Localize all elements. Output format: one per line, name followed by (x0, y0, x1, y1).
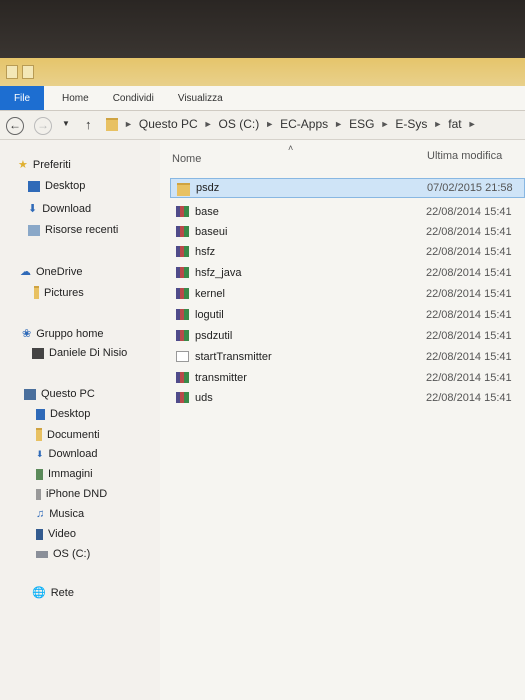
images-icon (36, 468, 43, 480)
breadcrumb-fat[interactable]: fat (448, 117, 461, 131)
chevron-right-icon[interactable]: ► (433, 119, 442, 129)
nav-pictures[interactable]: Pictures (34, 286, 84, 299)
chevron-right-icon[interactable]: ► (334, 119, 343, 129)
exe-icon (176, 246, 189, 257)
nav-network[interactable]: 🌐 Rete (32, 586, 74, 600)
nav-favorites[interactable]: ★ Preferiti (18, 158, 71, 172)
exe-icon (176, 372, 189, 383)
cloud-icon: ☁ (20, 266, 31, 278)
recent-locations-icon[interactable]: ▼ (62, 119, 70, 128)
nav-pc-images[interactable]: Immagini (36, 468, 93, 480)
tab-file[interactable]: File (0, 86, 44, 110)
documents-icon (36, 428, 42, 441)
nav-fav-recent[interactable]: Risorse recenti (28, 224, 118, 236)
chevron-right-icon[interactable]: ► (124, 119, 133, 129)
ribbon-tabs: File Home Condividi Visualizza (0, 86, 525, 111)
column-header-name[interactable]: Nome (172, 153, 201, 165)
exe-icon (176, 267, 189, 278)
up-button[interactable]: ↑ (85, 117, 92, 132)
tab-condividi[interactable]: Condividi (101, 93, 166, 104)
breadcrumb: ► Questo PC ► OS (C:) ► EC-Apps ► ESG ► … (106, 117, 477, 131)
new-folder-icon[interactable] (22, 65, 34, 79)
file-row[interactable]: psdzutil 22/08/2014 15:41 (170, 326, 525, 346)
chevron-right-icon[interactable]: ► (204, 119, 213, 129)
breadcrumb-esg[interactable]: ESG (349, 117, 374, 131)
nav-fav-download[interactable]: ⬇ Download (28, 202, 91, 216)
nav-pc-music[interactable]: ♫ Musica (36, 508, 84, 520)
file-row[interactable]: baseui 22/08/2014 15:41 (170, 222, 525, 242)
column-header-modified[interactable]: Ultima modifica (427, 150, 502, 162)
folder-icon (106, 117, 118, 131)
homegroup-icon: ❀ (22, 328, 32, 340)
tab-home[interactable]: Home (44, 93, 101, 104)
nav-pc-iphone[interactable]: iPhone DND (36, 488, 107, 500)
file-list: Nome ˄ Ultima modifica psdz 07/02/2015 21… (160, 140, 525, 700)
file-row[interactable]: hsfz 22/08/2014 15:41 (170, 242, 525, 262)
nav-homegroup[interactable]: ❀ Gruppo home (22, 327, 103, 341)
properties-icon[interactable] (6, 65, 18, 79)
navigation-pane: ★ Preferiti Desktop ⬇ Download Risorse rec… (0, 140, 160, 700)
exe-icon (176, 288, 189, 299)
folder-icon (34, 286, 39, 299)
chevron-right-icon[interactable]: ► (468, 119, 477, 129)
phone-icon (36, 488, 41, 500)
nav-fav-desktop[interactable]: Desktop (28, 180, 85, 192)
network-icon: 🌐 (32, 587, 46, 599)
file-row[interactable]: base 22/08/2014 15:41 (170, 202, 525, 222)
sort-arrow-icon: ˄ (288, 143, 294, 153)
recent-places-icon (28, 224, 40, 236)
file-row[interactable]: logutil 22/08/2014 15:41 (170, 305, 525, 325)
nav-pc-download[interactable]: ⬇ Download (36, 448, 97, 460)
folder-icon (177, 183, 190, 196)
tab-visualizza[interactable]: Visualizza (166, 93, 235, 104)
nav-pc-video[interactable]: Video (36, 528, 76, 540)
address-bar: ← → ▼ ↑ ► Questo PC ► OS (C:) ► EC-Apps … (0, 111, 525, 140)
nav-onedrive[interactable]: ☁ OneDrive (20, 265, 82, 279)
exe-icon (176, 330, 189, 341)
nav-pc-desktop[interactable]: Desktop (36, 408, 90, 420)
exe-icon (176, 206, 189, 217)
back-button[interactable]: ← (6, 117, 24, 135)
exe-icon (176, 309, 189, 320)
chevron-right-icon[interactable]: ► (265, 119, 274, 129)
nav-user[interactable]: Daniele Di Nisio (32, 347, 127, 359)
quick-access-toolbar[interactable] (6, 65, 44, 79)
user-icon (32, 347, 44, 359)
desktop-icon (28, 180, 40, 192)
nav-pc-documents[interactable]: Documenti (36, 428, 100, 441)
file-row[interactable]: psdz 07/02/2015 21:58 (170, 178, 525, 198)
doc-icon (176, 351, 189, 362)
file-row[interactable]: uds 22/08/2014 15:41 (170, 388, 525, 408)
breadcrumb-e-sys[interactable]: E-Sys (395, 117, 427, 131)
download-icon: ⬇ (28, 203, 38, 215)
chevron-right-icon[interactable]: ► (380, 119, 389, 129)
music-icon: ♫ (36, 508, 45, 520)
nav-pc-os-c[interactable]: OS (C:) (36, 548, 90, 560)
download-icon: ⬇ (36, 448, 44, 459)
file-row[interactable]: transmitter 22/08/2014 15:41 (170, 368, 525, 388)
file-row[interactable]: kernel 22/08/2014 15:41 (170, 284, 525, 304)
file-row[interactable]: hsfz_java 22/08/2014 15:41 (170, 263, 525, 283)
window-titlebar (0, 58, 525, 86)
nav-this-pc[interactable]: Questo PC (24, 388, 95, 400)
breadcrumb-os-c[interactable]: OS (C:) (219, 117, 260, 131)
exe-icon (176, 226, 189, 237)
breadcrumb-questo-pc[interactable]: Questo PC (139, 117, 198, 131)
drive-icon (36, 550, 48, 558)
desktop-icon (36, 408, 45, 420)
exe-icon (176, 392, 189, 403)
file-row[interactable]: startTransmitter 22/08/2014 15:41 (170, 347, 525, 367)
video-icon (36, 528, 43, 540)
computer-icon (24, 388, 36, 400)
monitor-bezel (0, 0, 525, 58)
dropdown-icon[interactable] (38, 65, 44, 77)
star-icon: ★ (18, 159, 28, 171)
breadcrumb-ec-apps[interactable]: EC-Apps (280, 117, 328, 131)
forward-button[interactable]: → (34, 117, 52, 135)
